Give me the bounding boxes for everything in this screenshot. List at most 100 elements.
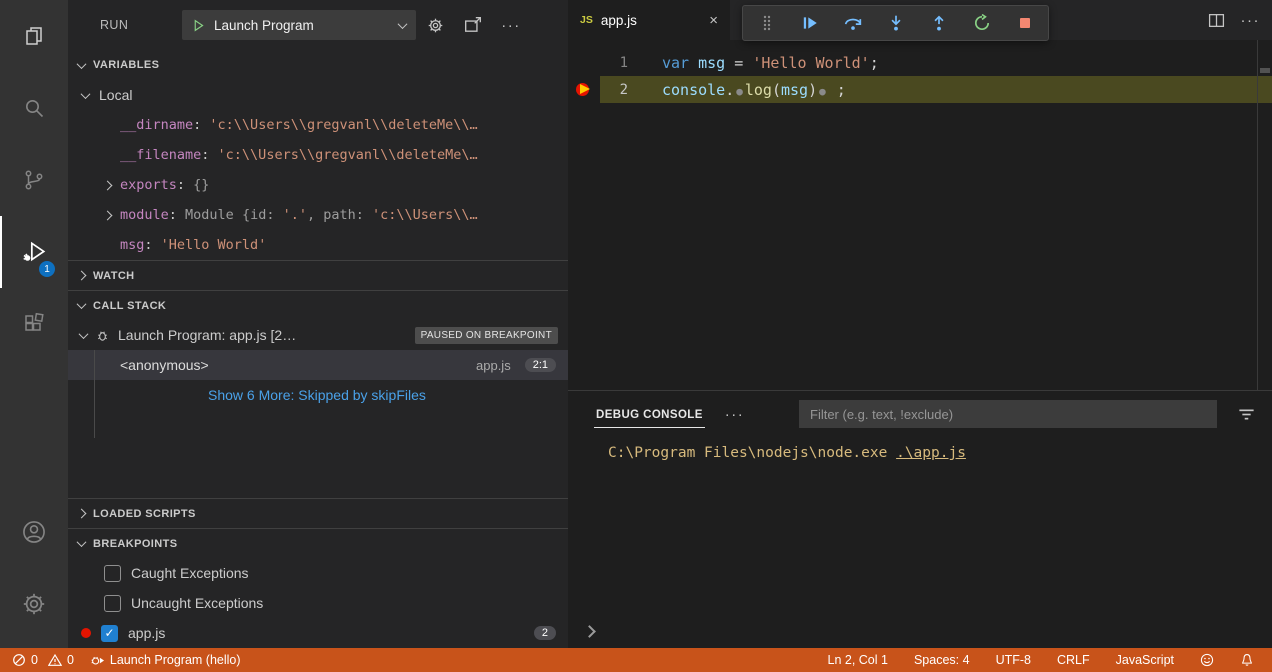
cursor-position[interactable]: Ln 2, Col 1 [824,653,892,667]
notifications-bell-icon[interactable] [1236,653,1258,667]
breakpoint-label: app.js [128,625,165,641]
inline-breakpoint-icon: ● [736,85,743,98]
code-line-2[interactable]: 2 console.●log(msg)● ; [568,76,1272,103]
indentation[interactable]: Spaces: 4 [910,653,974,667]
more-actions-icon[interactable]: ··· [725,406,745,423]
accounts-icon[interactable] [0,496,68,568]
sidebar-title: RUN [100,18,182,32]
debug-console-icon[interactable] [454,10,492,40]
section-breakpoints[interactable]: BREAKPOINTS [68,528,568,558]
launch-config-dropdown[interactable]: Launch Program [182,10,416,40]
scope-local-row[interactable]: Local [68,80,568,110]
variable-name: __dirname [120,117,193,133]
launch-settings-gear-icon[interactable] [416,10,454,40]
section-label: CALL STACK [93,300,166,312]
console-output: C:\Program Files\nodejs\node.exe .\app.j… [568,437,1272,614]
console-file-link[interactable]: .\app.js [896,445,966,461]
breakpoint-label: Uncaught Exceptions [131,595,263,611]
explorer-icon[interactable] [0,0,68,72]
restart-icon[interactable] [960,8,1003,38]
warning-icon [48,653,62,667]
more-actions-icon[interactable]: ··· [1241,12,1261,29]
editor-actions: ··· [1208,0,1261,40]
variable-row-module[interactable]: module: Module {id: '.', path: 'c:\\User… [68,200,568,230]
variable-row-msg[interactable]: msg: 'Hello World' [68,230,568,260]
breakpoint-gutter[interactable] [568,49,600,76]
variable-value: 'c:\\Users\\gregvanl\\deleteMe\\… [209,117,477,133]
debug-console-panel: DEBUG CONSOLE ··· C:\Program Files\nodej… [568,390,1272,648]
breakpoint-row-uncaught[interactable]: Uncaught Exceptions [68,588,568,618]
debug-count-badge: 1 [39,261,55,277]
run-debug-sidebar: RUN Launch Program [68,0,568,648]
filter-icon[interactable] [1237,405,1256,424]
debug-session-row[interactable]: Launch Program: app.js [2… PAUSED ON BRE… [68,320,568,350]
continue-icon[interactable] [788,8,831,38]
section-label: LOADED SCRIPTS [93,508,196,520]
variable-row-filename[interactable]: __filename: 'c:\\Users\\gregvanl\\delete… [68,140,568,170]
more-actions-icon[interactable]: ··· [492,10,530,40]
launch-config-label: Launch Program [214,18,390,33]
chevron-down-icon [77,299,87,309]
debug-toolbar [742,5,1049,41]
variable-value: 'Hello World' [161,237,267,253]
step-out-icon[interactable] [917,8,960,38]
breakpoint-row-appjs[interactable]: ✓ app.js 2 [68,618,568,648]
stack-frame-row[interactable]: <anonymous> app.js 2:1 [68,350,568,380]
close-icon[interactable]: × [709,12,718,29]
section-call-stack[interactable]: CALL STACK [68,290,568,320]
editor-group: JS app.js × ··· [568,0,1272,648]
section-watch[interactable]: WATCH [68,260,568,290]
section-variables[interactable]: VARIABLES [68,50,568,80]
panel-header: DEBUG CONSOLE ··· [568,391,1272,437]
step-over-icon[interactable] [831,8,874,38]
step-into-icon[interactable] [874,8,917,38]
variable-value: {} [193,177,209,193]
extensions-icon[interactable] [0,288,68,360]
status-left: 0 0 Launch Program (hello) [8,653,245,668]
workbench: 1 [0,0,1272,648]
encoding[interactable]: UTF-8 [992,653,1035,667]
code-editor[interactable]: 1 var msg = 'Hello World'; 2 console.●lo… [568,40,1272,390]
console-filter-input[interactable] [799,400,1217,428]
warning-count: 0 [67,653,74,667]
show-more-frames-link[interactable]: Show 6 More: Skipped by skipFiles [68,380,568,410]
chevron-down-icon [77,59,87,69]
language-mode[interactable]: JavaScript [1112,653,1178,667]
eol-sequence[interactable]: CRLF [1053,653,1094,667]
console-input-row[interactable] [568,614,1272,648]
run-debug-icon[interactable]: 1 [0,216,68,288]
checkbox-checked[interactable]: ✓ [101,625,118,642]
section-loaded-scripts[interactable]: LOADED SCRIPTS [68,498,568,528]
settings-gear-icon[interactable] [0,568,68,640]
chevron-down-icon [77,537,87,547]
chevron-right-icon [103,180,113,190]
overview-ruler [1257,40,1258,390]
problems-indicator[interactable]: 0 0 [8,653,78,667]
active-debug-session[interactable]: Launch Program (hello) [86,653,245,668]
toolbar-drag-handle[interactable] [745,8,788,38]
code-line-1[interactable]: 1 var msg = 'Hello World'; [568,49,1272,76]
checkbox-unchecked[interactable] [104,565,121,582]
variable-row-dirname[interactable]: __dirname: 'c:\\Users\\gregvanl\\deleteM… [68,110,568,140]
section-label: BREAKPOINTS [93,538,177,550]
tab-debug-console[interactable]: DEBUG CONSOLE [594,401,705,428]
breakpoint-row-caught[interactable]: Caught Exceptions [68,558,568,588]
debug-icon [90,653,105,668]
source-control-icon[interactable] [0,144,68,216]
tab-appjs[interactable]: JS app.js × [568,0,730,40]
variable-name: __filename [120,147,201,163]
variable-row-exports[interactable]: exports: {} [68,170,568,200]
checkbox-unchecked[interactable] [104,595,121,612]
scrollbar-thumb[interactable] [1260,68,1270,73]
stop-icon[interactable] [1003,8,1046,38]
search-icon[interactable] [0,72,68,144]
feedback-smiley-icon[interactable] [1196,653,1218,667]
chevron-right-icon [77,271,87,281]
tab-label: app.js [601,13,637,28]
split-editor-icon[interactable] [1208,12,1225,29]
status-bar: 0 0 Launch Program (hello) Ln 2, Col 1 S… [0,648,1272,672]
section-label: WATCH [93,270,135,282]
breakpoint-gutter[interactable] [568,76,600,103]
prompt-chevron-icon [583,625,596,638]
chevron-right-icon [103,210,113,220]
